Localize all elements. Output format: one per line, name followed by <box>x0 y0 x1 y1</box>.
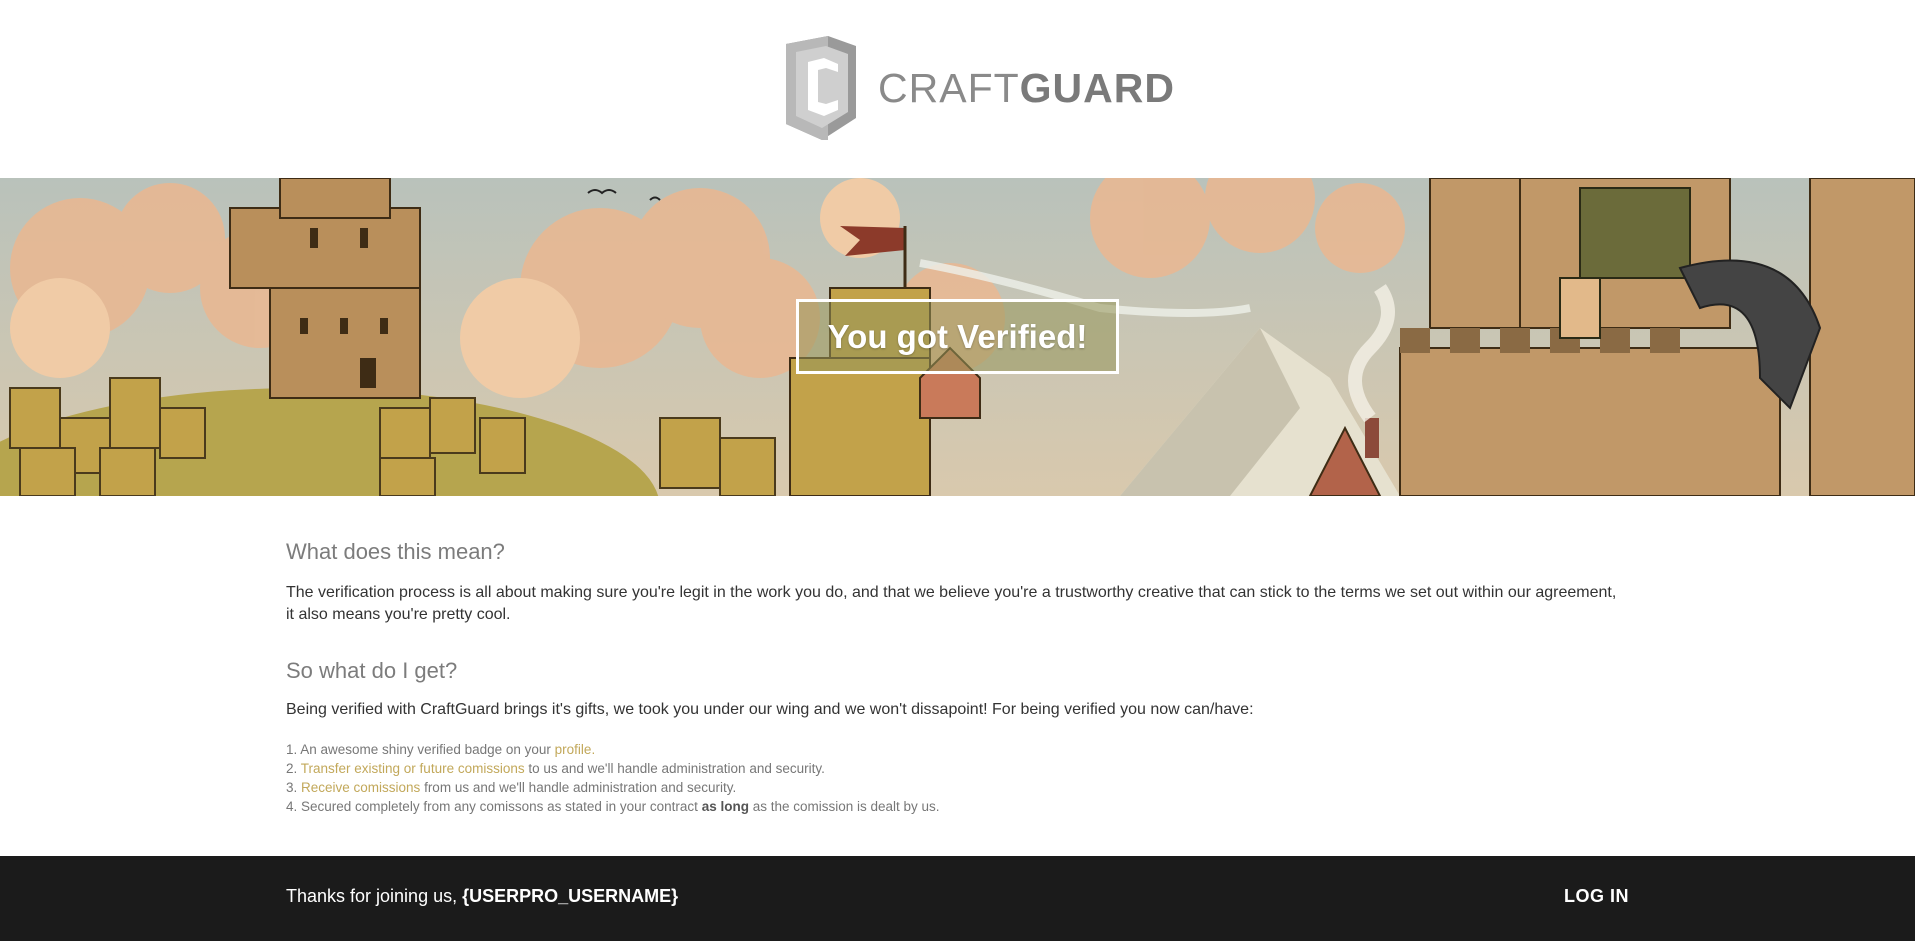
list-item-text: 1. An awesome shiny verified badge on yo… <box>286 742 555 757</box>
list-item-text: 2. <box>286 761 301 776</box>
meaning-heading: What does this mean? <box>286 539 505 564</box>
list-item: 2. Transfer existing or future comission… <box>286 759 940 778</box>
list-item-text: 4. Secured completely from any comissons… <box>286 799 702 814</box>
list-item-text: 3. <box>286 780 302 795</box>
receive-comissions-link[interactable]: Receive comissions <box>301 780 420 795</box>
list-item: 3. Receive comissions from us and we'll … <box>286 778 940 797</box>
login-button[interactable]: LOG IN <box>1564 886 1629 907</box>
brand-name-bold: GUARD <box>1019 64 1175 111</box>
brand-logo[interactable]: CRAFTGUARD <box>778 36 1175 140</box>
benefits-list: 1. An awesome shiny verified badge on yo… <box>286 740 940 816</box>
verified-banner-box: You got Verified! <box>796 299 1119 374</box>
verified-headline: You got Verified! <box>827 317 1088 355</box>
hero-banner: You got Verified! <box>0 178 1915 496</box>
list-item-text: from us and we'll handle administration … <box>420 780 737 795</box>
list-item: 1. An awesome shiny verified badge on yo… <box>286 740 940 759</box>
footer-thanks-text: Thanks for joining us, <box>286 886 463 906</box>
benefits-intro: Being verified with CraftGuard brings it… <box>286 701 1254 718</box>
benefits-heading: So what do I get? <box>286 658 458 683</box>
site-header: CRAFTGUARD <box>0 0 1915 178</box>
brand-name-light: CRAFT <box>878 64 1020 111</box>
site-footer: Thanks for joining us, {USERPRO_USERNAME… <box>0 856 1915 941</box>
footer-thanks: Thanks for joining us, {USERPRO_USERNAME… <box>286 886 678 907</box>
list-item: 4. Secured completely from any comissons… <box>286 797 940 816</box>
footer-username: {USERPRO_USERNAME} <box>462 886 679 906</box>
brand-wordmark: CRAFTGUARD <box>878 65 1175 112</box>
transfer-comissions-link[interactable]: Transfer existing or future comissions <box>301 761 525 776</box>
list-item-text: as the comission is dealt by us. <box>748 799 940 814</box>
meaning-paragraph: The verification process is all about ma… <box>286 584 1617 623</box>
profile-link[interactable]: profile. <box>555 742 596 757</box>
list-item-emphasis: as long <box>701 799 749 814</box>
shield-c-icon <box>778 36 860 140</box>
list-item-text: to us and we'll handle administration an… <box>524 761 825 776</box>
